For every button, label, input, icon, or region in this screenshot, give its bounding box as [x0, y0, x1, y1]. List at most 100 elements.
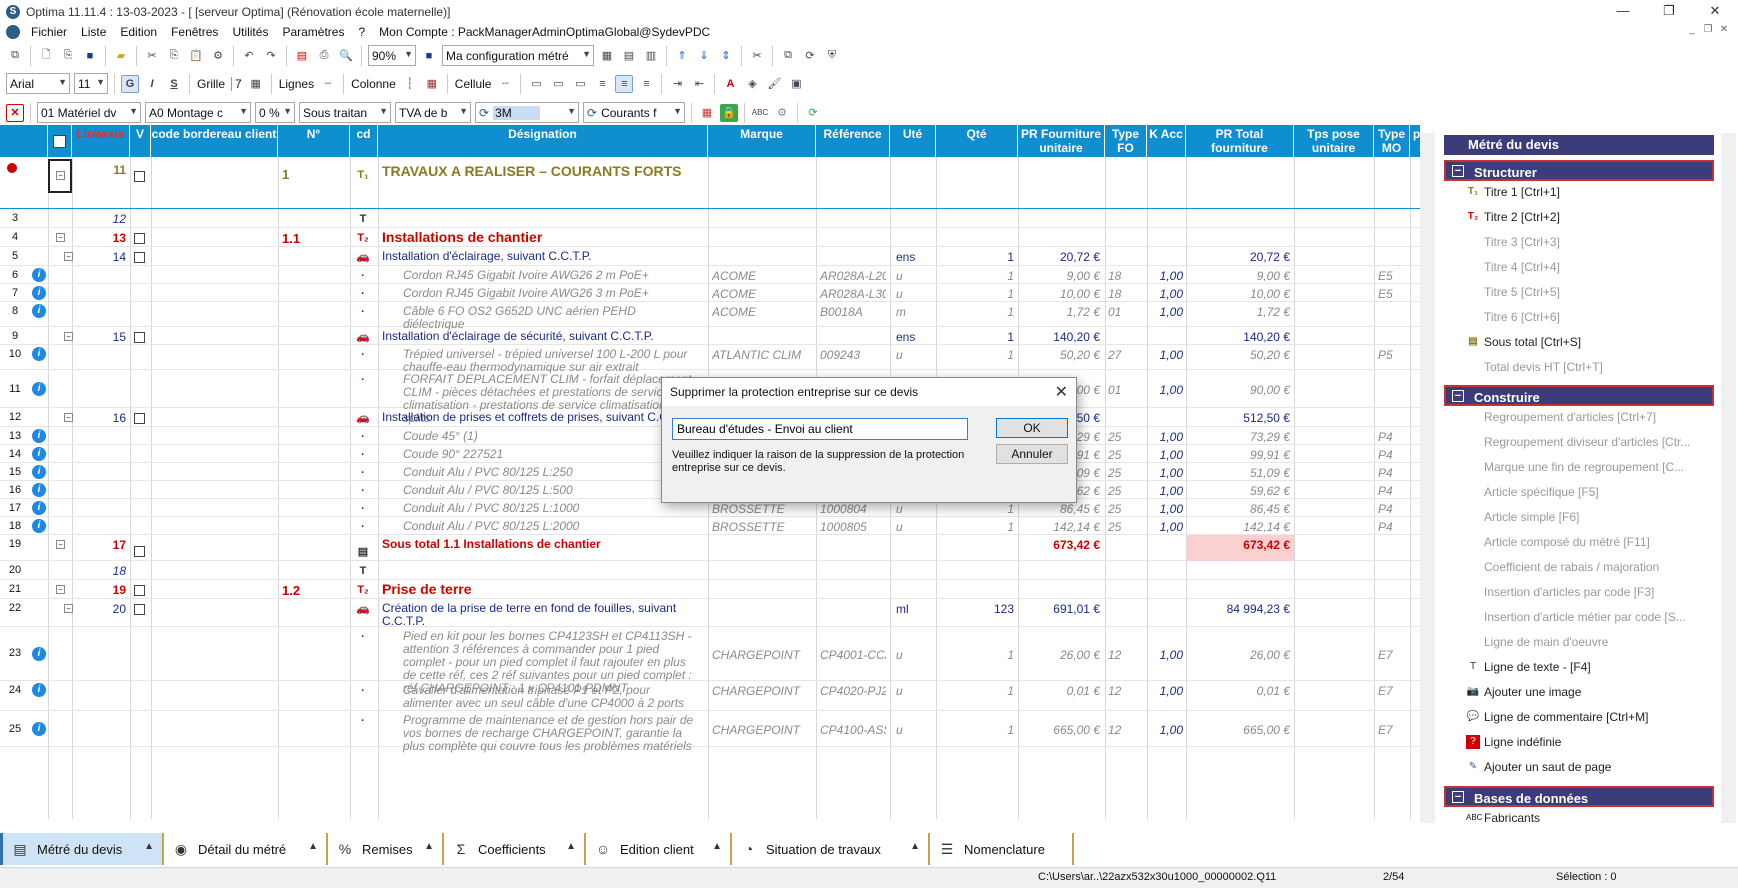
side-item-construire[interactable]: Regroupement d'articles [Ctrl+7]	[1484, 410, 1656, 424]
collapse-toggle-icon[interactable]: −	[56, 585, 65, 594]
grid-vscrollbar[interactable]	[1420, 133, 1435, 823]
save-config-icon[interactable]: ■	[420, 47, 438, 65]
lines-style-icon[interactable]: ┄	[319, 75, 337, 93]
col-k-acc[interactable]: K Acc	[1147, 125, 1186, 157]
new-icon[interactable]: 🗋	[37, 47, 55, 65]
table-row[interactable]: 4 − 13 1.1 T₂ Installations de chantier	[0, 228, 1420, 247]
tab-remises[interactable]: % Remises ▲	[328, 833, 444, 865]
side-item-construire[interactable]: Ligne indéfinie	[1484, 735, 1561, 749]
collapse-icon[interactable]: −	[1452, 165, 1464, 177]
maximize-button[interactable]: ❐	[1646, 0, 1692, 23]
align-right-icon[interactable]: ≡	[637, 75, 655, 93]
cut-icon[interactable]: ✂	[143, 47, 161, 65]
table-row[interactable]: 8 i · Câble 6 FO OS2 G652D UNC aérien PEHD d…	[0, 302, 1420, 331]
font-size-select[interactable]: 11 ▼	[74, 73, 108, 94]
side-item-structurer[interactable]: Titre 4 [Ctrl+4]	[1484, 260, 1560, 274]
tab-metre-devis[interactable]: ▤ Métré du devis ▲	[0, 833, 164, 865]
side-item-structurer[interactable]: Titre 6 [Ctrl+6]	[1484, 310, 1560, 324]
validate-checkbox[interactable]	[134, 171, 145, 182]
menu-help[interactable]: ?	[351, 25, 372, 39]
collapse-icon[interactable]: −	[1452, 390, 1464, 402]
validate-checkbox[interactable]	[134, 252, 145, 263]
table-row[interactable]: 7 i · Cordon RJ45 Gigabit Ivoire AWG26 3 m …	[0, 284, 1420, 302]
side-item-construire[interactable]: Ligne de main d'oeuvre	[1484, 635, 1608, 649]
side-item-construire[interactable]: Ligne de texte - [F4]	[1484, 660, 1591, 674]
table-row[interactable]: 20 18 T	[0, 561, 1420, 580]
side-item-construire[interactable]: Ligne de commentaire [Ctrl+M]	[1484, 710, 1648, 724]
side-item-fabricants[interactable]: Fabricants	[1484, 811, 1540, 825]
col-type-fo[interactable]: Type FO	[1105, 125, 1147, 157]
dialog-close-icon[interactable]: ✕	[1055, 382, 1068, 402]
print-icon[interactable]: ⎙	[315, 47, 333, 65]
tab-edition-client[interactable]: ☺ Edition client ▲	[586, 833, 732, 865]
tva-select[interactable]: TVA de b ▼	[395, 102, 471, 123]
col-reference[interactable]: Référence	[816, 125, 890, 157]
montage-select[interactable]: A0 Montage c ▼	[145, 102, 251, 123]
lot-select[interactable]: ⟳ Courants f ▼	[583, 102, 685, 123]
delete-icon[interactable]: ✕	[6, 103, 24, 122]
config-edit-icon[interactable]: ▦	[598, 47, 616, 65]
collapse-toggle-icon[interactable]: −	[56, 233, 65, 242]
menu-liste[interactable]: Liste	[74, 25, 113, 39]
col-qte[interactable]: Qté	[936, 125, 1018, 157]
col-type-mo[interactable]: Type MO	[1374, 125, 1410, 157]
menu-edition[interactable]: Edition	[113, 25, 164, 39]
move-both-icon[interactable]: ⇕	[717, 47, 735, 65]
mdi-minimize-icon[interactable]: _	[1684, 24, 1700, 39]
close-window-button[interactable]: ✕	[1692, 0, 1738, 23]
info-icon[interactable]: i	[32, 286, 46, 300]
collapse-toggle-icon[interactable]: −	[56, 171, 65, 180]
col-ute[interactable]: Uté	[890, 125, 936, 157]
info-icon[interactable]: i	[32, 304, 46, 318]
fill-color-icon[interactable]: ◈	[743, 75, 761, 93]
windows2-icon[interactable]: ⧉	[779, 47, 797, 65]
side-item-construire[interactable]: Article spécifique [F5]	[1484, 485, 1599, 499]
refresh-icon[interactable]: ⟳	[804, 104, 822, 122]
undo-icon[interactable]: ↶	[240, 47, 258, 65]
info-icon[interactable]: i	[32, 465, 46, 479]
info-icon[interactable]: i	[32, 268, 46, 282]
col-cd[interactable]: cd	[350, 125, 378, 157]
validate-checkbox[interactable]	[134, 585, 145, 596]
windows-icon[interactable]: ⧉	[6, 47, 24, 65]
col-tps-pose[interactable]: Tps pose unitaire	[1294, 125, 1374, 157]
validate-checkbox[interactable]	[134, 332, 145, 343]
table-row[interactable]: 18 i · Conduit Alu / PVC 80/125 L:2000 BROSS…	[0, 517, 1420, 535]
col-num[interactable]: N°	[278, 125, 350, 157]
border-bottom-icon[interactable]: ▭	[571, 75, 589, 93]
side-item-structurer[interactable]: Titre 5 [Ctrl+5]	[1484, 285, 1560, 299]
config-list-icon[interactable]: ▤	[620, 47, 638, 65]
pdf-icon[interactable]: ▤	[293, 47, 311, 65]
table-row[interactable]: 25 i · Programme de maintenance et de gesti…	[0, 711, 1420, 753]
validate-checkbox[interactable]	[134, 546, 145, 557]
open-folder-icon[interactable]: ▰	[112, 47, 130, 65]
ok-button[interactable]: OK	[996, 418, 1068, 438]
grid-icon[interactable]: ▦	[247, 75, 265, 93]
validate-checkbox[interactable]	[134, 604, 145, 615]
mdi-restore-icon[interactable]: ❐	[1700, 24, 1716, 39]
save-icon[interactable]: ■	[81, 47, 99, 65]
menu-utilites[interactable]: Utilités	[225, 25, 275, 39]
mdi-close-icon[interactable]: ✕	[1716, 24, 1732, 39]
col-code[interactable]: code bordereau client	[151, 125, 278, 157]
section-structurer[interactable]: − Structurer	[1444, 160, 1714, 181]
info-icon[interactable]: i	[32, 447, 46, 461]
shield-icon[interactable]: ⛨	[823, 47, 841, 65]
table-row[interactable]: 10 i · Trépied universel - trépied universe…	[0, 345, 1420, 374]
side-item-structurer[interactable]: Titre 2 [Ctrl+2]	[1484, 210, 1560, 224]
sync-icon[interactable]: ⟳	[801, 47, 819, 65]
format-icon[interactable]: ▣	[787, 75, 805, 93]
menu-fenetres[interactable]: Fenêtres	[164, 25, 225, 39]
side-item-construire[interactable]: Insertion d'article métier par code [S..…	[1484, 610, 1686, 624]
tab-situation-travaux[interactable]: ◔ Situation de travaux ▲	[732, 833, 930, 865]
col-v[interactable]: V	[130, 125, 151, 157]
text-color-icon[interactable]: A	[721, 75, 739, 93]
tab-detail-metre[interactable]: ◉ Détail du métré ▲	[164, 833, 328, 865]
col-marque[interactable]: Marque	[708, 125, 816, 157]
percent-select[interactable]: 0 % ▼	[255, 102, 295, 123]
redo-icon[interactable]: ↷	[262, 47, 280, 65]
brush-icon[interactable]: 🖌	[765, 75, 783, 93]
side-vscrollbar[interactable]	[1721, 133, 1736, 823]
paste-special-icon[interactable]: ⚙	[209, 47, 227, 65]
side-item-construire[interactable]: Insertion d'articles par code [F3]	[1484, 585, 1654, 599]
